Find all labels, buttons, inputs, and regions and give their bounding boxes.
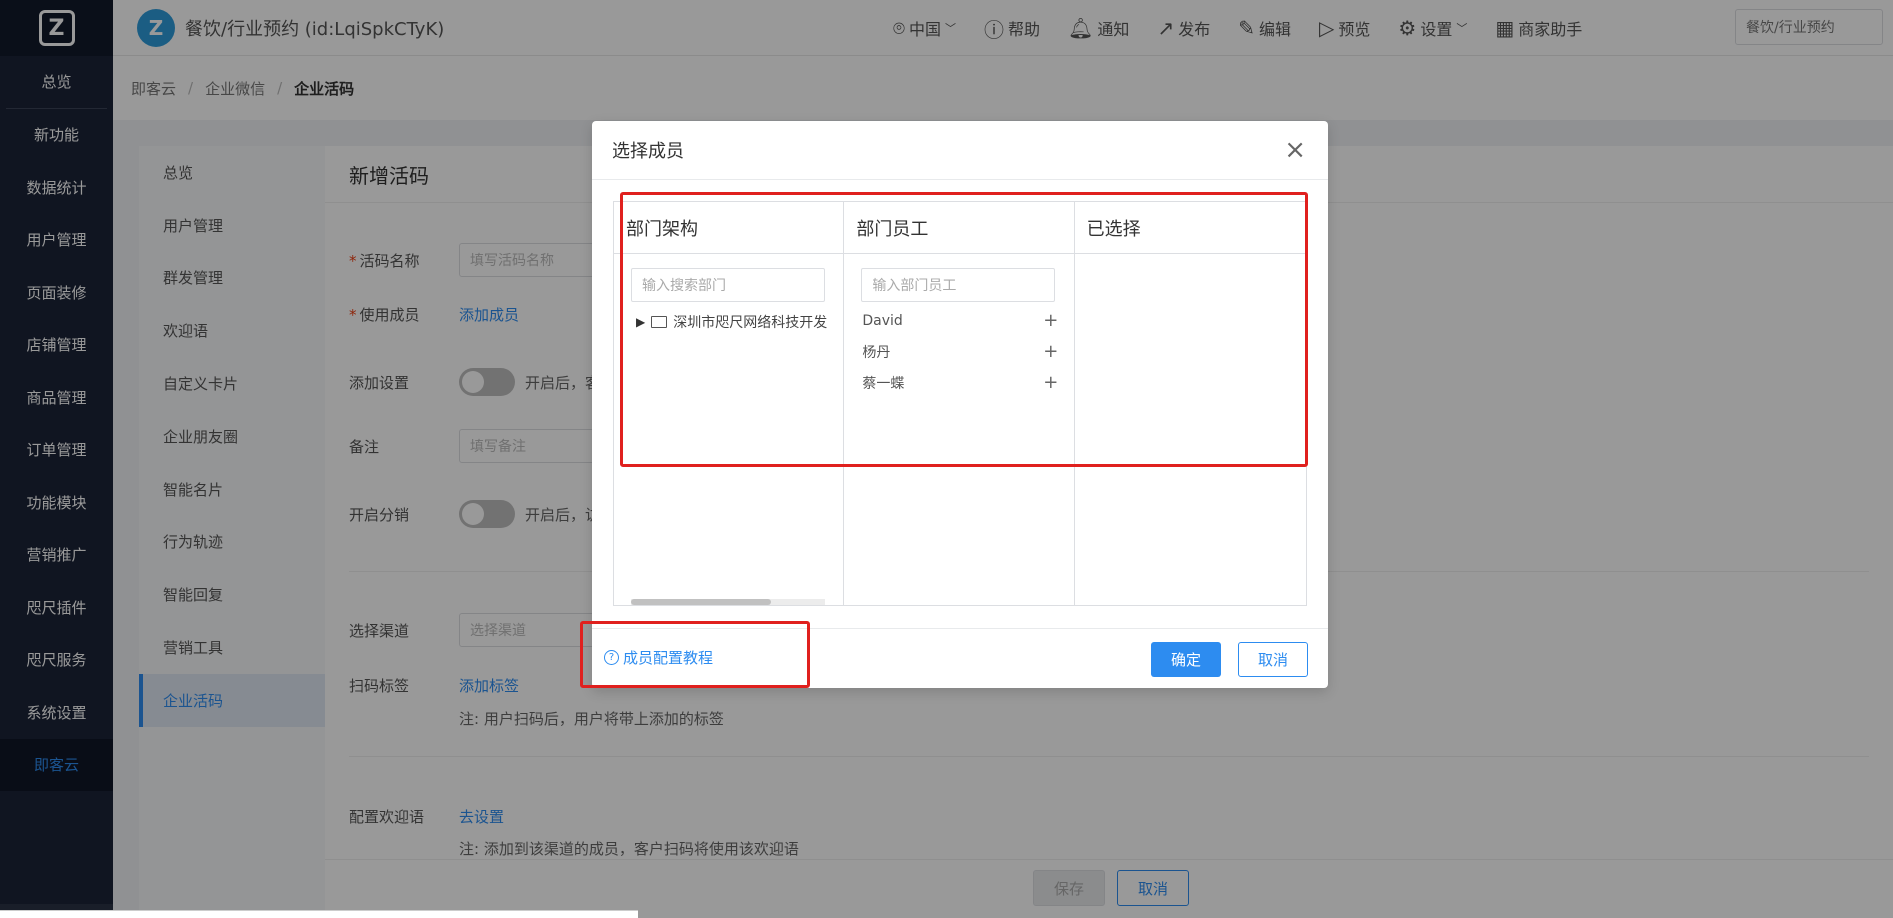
modal-cancel-button[interactable]: 取消 bbox=[1238, 642, 1308, 677]
close-icon[interactable]: × bbox=[1284, 137, 1306, 163]
annotation-box-tutorial bbox=[580, 621, 810, 688]
annotation-box-selector bbox=[620, 192, 1308, 467]
scrollbar-thumb[interactable] bbox=[631, 599, 771, 605]
modal-title: 选择成员 bbox=[592, 121, 1328, 180]
confirm-button[interactable]: 确定 bbox=[1151, 642, 1221, 677]
horizontal-scrollbar[interactable] bbox=[631, 599, 825, 605]
bottom-strip bbox=[0, 910, 638, 918]
